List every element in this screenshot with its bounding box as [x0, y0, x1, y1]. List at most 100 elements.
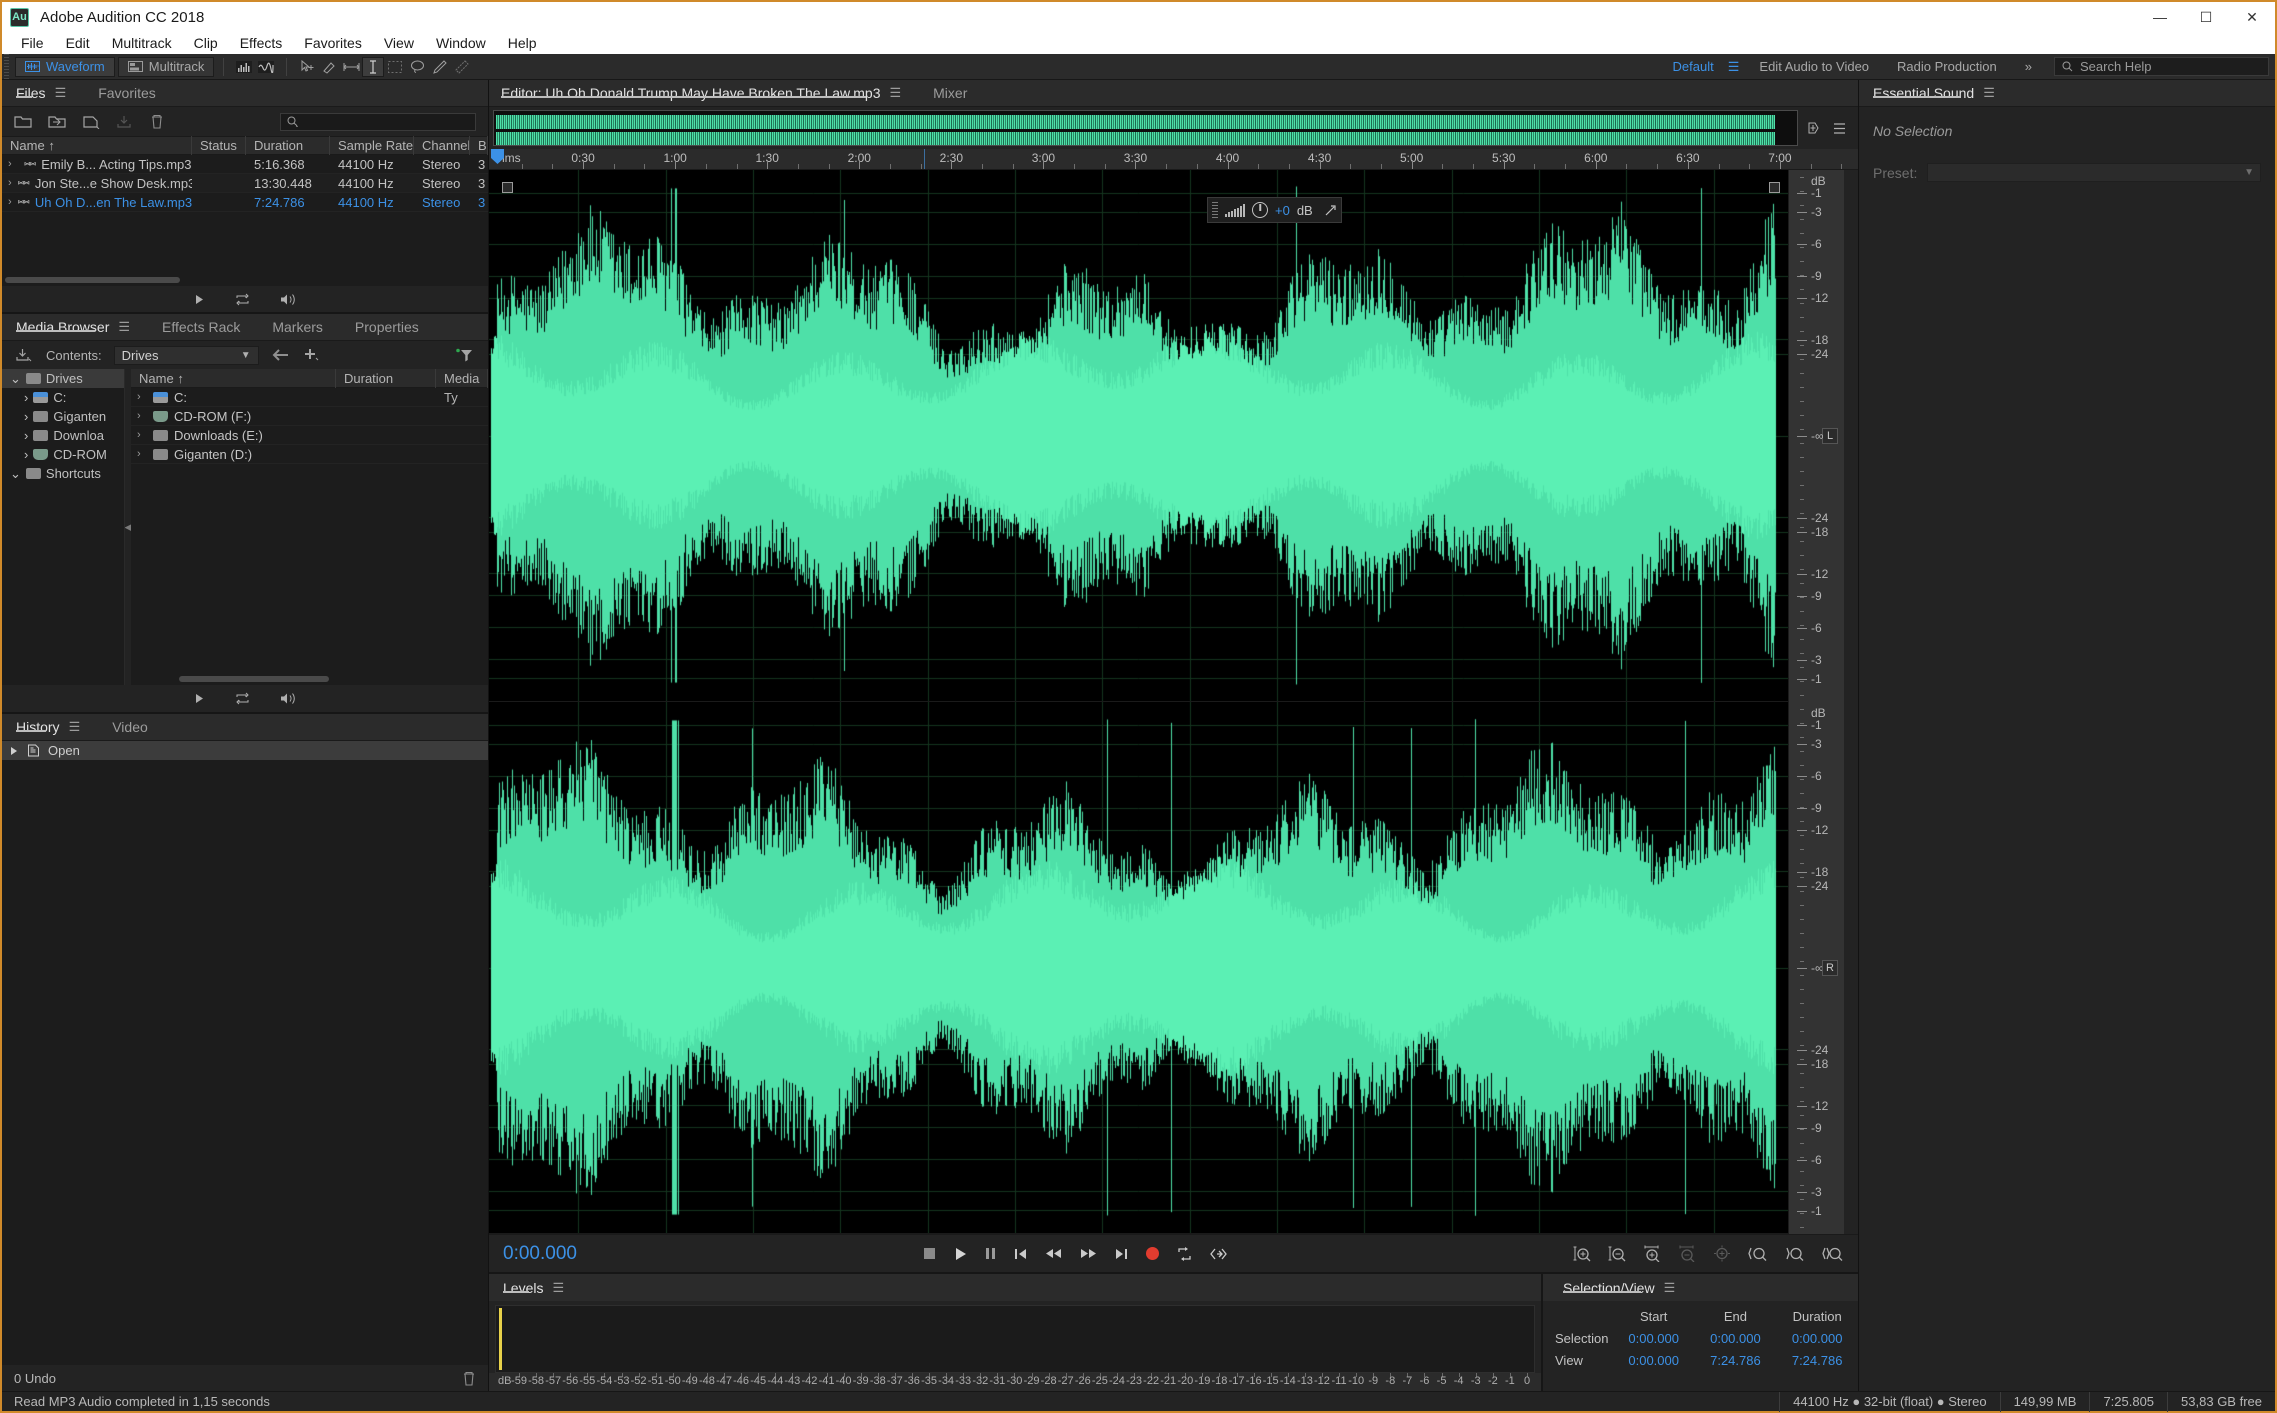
zoom-in-time-icon[interactable] [1643, 1245, 1661, 1262]
zoom-navigator-waveform[interactable] [493, 110, 1798, 146]
workspace-default[interactable]: Default [1659, 59, 1728, 74]
menu-clip[interactable]: Clip [183, 32, 229, 54]
tree-item-drives[interactable]: ⌄ Drives [2, 369, 124, 388]
zoom-in-amplitude-icon[interactable] [1573, 1245, 1591, 1262]
media-loop-icon[interactable] [235, 692, 250, 705]
waveform-channel-right[interactable] [489, 702, 1788, 1234]
files-col-duration[interactable]: Duration [246, 136, 330, 155]
open-file-icon[interactable] [14, 113, 34, 131]
waveform-channel-left[interactable]: +0 dB [489, 170, 1788, 702]
move-tool-icon[interactable] [296, 57, 318, 77]
sv-selection-start[interactable]: 0:00.000 [1613, 1331, 1695, 1346]
rewind-button[interactable] [1045, 1248, 1062, 1259]
clip-gain-hud[interactable]: +0 dB [1207, 197, 1342, 223]
menu-view[interactable]: View [373, 32, 425, 54]
back-arrow-icon[interactable] [271, 346, 291, 364]
chevron-right-icon[interactable]: › [137, 448, 147, 460]
files-col-name[interactable]: Name ↑ [2, 136, 192, 155]
current-time-display[interactable]: 0:00.000 [503, 1243, 577, 1265]
sv-view-start[interactable]: 0:00.000 [1613, 1353, 1695, 1368]
tab-files[interactable]: Files ☰ [16, 80, 80, 107]
editor-panel-menu-icon[interactable]: ☰ [889, 85, 901, 101]
pause-button[interactable] [985, 1247, 996, 1260]
paintbrush-selection-tool-icon[interactable] [428, 57, 450, 77]
hud-drag-handle[interactable] [1212, 202, 1218, 218]
sv-view-duration[interactable]: 7:24.786 [1776, 1353, 1858, 1368]
pin-hud-icon[interactable] [1324, 204, 1337, 217]
essential-sound-menu-icon[interactable]: ☰ [1983, 85, 1995, 101]
media-col-duration[interactable]: Duration [336, 368, 436, 388]
add-shortcut-icon[interactable] [14, 346, 34, 364]
skip-to-start-button[interactable] [1014, 1248, 1027, 1260]
waveform-display[interactable]: +0 dB L dB -1 -3 -6 -9 -12 -18 -24 -∞ -2… [489, 170, 1858, 1234]
play-button[interactable] [954, 1247, 967, 1261]
zoom-out-amplitude-icon[interactable] [1608, 1245, 1626, 1262]
chevron-right-icon[interactable]: › [2, 428, 28, 443]
contents-select[interactable]: Drives ▼ [113, 345, 259, 365]
menu-window[interactable]: Window [425, 32, 497, 54]
selection-view-menu-icon[interactable]: ☰ [1664, 1280, 1676, 1296]
tab-mixer[interactable]: Mixer [915, 80, 981, 107]
add-marker-icon[interactable] [1806, 121, 1820, 135]
menu-help[interactable]: Help [497, 32, 548, 54]
skip-selection-button[interactable] [1210, 1248, 1227, 1260]
chevron-down-icon[interactable]: ⌄ [2, 371, 21, 387]
tab-essential-sound[interactable]: Essential Sound ☰ [1873, 80, 2009, 107]
record-button[interactable] [1145, 1247, 1159, 1260]
media-browser-menu-icon[interactable]: ☰ [118, 319, 130, 335]
list-item[interactable]: › Downloads (E:) [131, 426, 488, 445]
chevron-right-icon[interactable]: › [2, 447, 28, 462]
files-panel-menu-icon[interactable]: ☰ [55, 85, 67, 101]
files-volume-icon[interactable] [280, 293, 297, 306]
menu-effects[interactable]: Effects [229, 32, 294, 54]
fast-forward-button[interactable] [1080, 1248, 1097, 1259]
slip-tool-icon[interactable] [318, 57, 340, 77]
chevron-right-icon[interactable]: › [137, 391, 147, 403]
level-meter[interactable] [495, 1305, 1535, 1373]
waveform-mode-button[interactable]: Waveform [15, 56, 115, 77]
table-row[interactable]: › ⑅⑅ Uh Oh D...en The Law.mp3 7:24.786 441… [2, 193, 488, 212]
spectral-frequency-display-icon[interactable] [233, 57, 255, 77]
delete-file-icon[interactable] [150, 113, 170, 131]
time-selection-tool-icon[interactable] [340, 57, 362, 77]
amplitude-scale-left[interactable]: L dB -1 -3 -6 -9 -12 -18 -24 -∞ -24 -18 -12 -9 -6 -3 -1… [1788, 170, 1844, 1234]
tab-properties[interactable]: Properties [337, 314, 433, 341]
workspace-radio-production[interactable]: Radio Production [1883, 59, 2011, 74]
list-item[interactable]: › CD-ROM (F:) [131, 407, 488, 426]
razor-text-cursor-tool-icon[interactable] [362, 56, 385, 77]
loop-playback-button[interactable] [1177, 1246, 1192, 1261]
spectral-pitch-display-icon[interactable] [255, 57, 277, 77]
files-horizontal-scrollbar[interactable] [5, 277, 180, 283]
table-row[interactable]: › ⑅⑅ Jon Ste...e Show Desk.mp3 13:30.448 4… [2, 174, 488, 193]
list-item[interactable]: Open [2, 741, 488, 760]
files-col-channels[interactable]: Channels [414, 136, 470, 155]
menu-favorites[interactable]: Favorites [293, 32, 373, 54]
channel-left-button[interactable]: L [1822, 428, 1838, 444]
list-item[interactable]: › Giganten (D:) [131, 445, 488, 464]
chevron-right-icon[interactable]: › [2, 409, 28, 424]
toolbar-grip[interactable] [2, 54, 11, 79]
expand-chevron-icon[interactable]: › [8, 193, 12, 212]
tab-levels[interactable]: Levels ☰ [503, 1274, 578, 1301]
files-col-bit-depth[interactable]: Bi [470, 136, 488, 155]
import-file-icon[interactable] [48, 113, 68, 131]
sv-selection-end[interactable]: 0:00.000 [1695, 1331, 1777, 1346]
stop-button[interactable] [923, 1247, 936, 1260]
workspace-edit-audio-to-video[interactable]: Edit Audio to Video [1745, 59, 1883, 74]
media-col-name[interactable]: Name ↑ [131, 368, 336, 388]
new-file-icon[interactable] [82, 113, 102, 131]
menu-multitrack[interactable]: Multitrack [101, 32, 183, 54]
close-button[interactable]: ✕ [2229, 2, 2275, 32]
tab-selection-view[interactable]: Selection/View ☰ [1563, 1274, 1689, 1301]
spot-healing-brush-tool-icon[interactable] [450, 57, 472, 77]
clear-history-icon[interactable] [462, 1371, 476, 1386]
add-favorite-icon[interactable] [303, 346, 323, 364]
files-col-sample-rate[interactable]: Sample Rate [330, 136, 414, 155]
files-search-input[interactable] [280, 112, 476, 131]
tab-media-browser[interactable]: Media Browser ☰ [16, 314, 144, 341]
preset-select[interactable]: ▼ [1927, 163, 2261, 182]
tree-item-cdrom[interactable]: › CD-ROM [2, 445, 124, 464]
minimize-button[interactable]: — [2137, 2, 2183, 32]
zoom-out-full-right-icon[interactable] [1785, 1245, 1805, 1262]
media-play-icon[interactable] [194, 693, 205, 704]
